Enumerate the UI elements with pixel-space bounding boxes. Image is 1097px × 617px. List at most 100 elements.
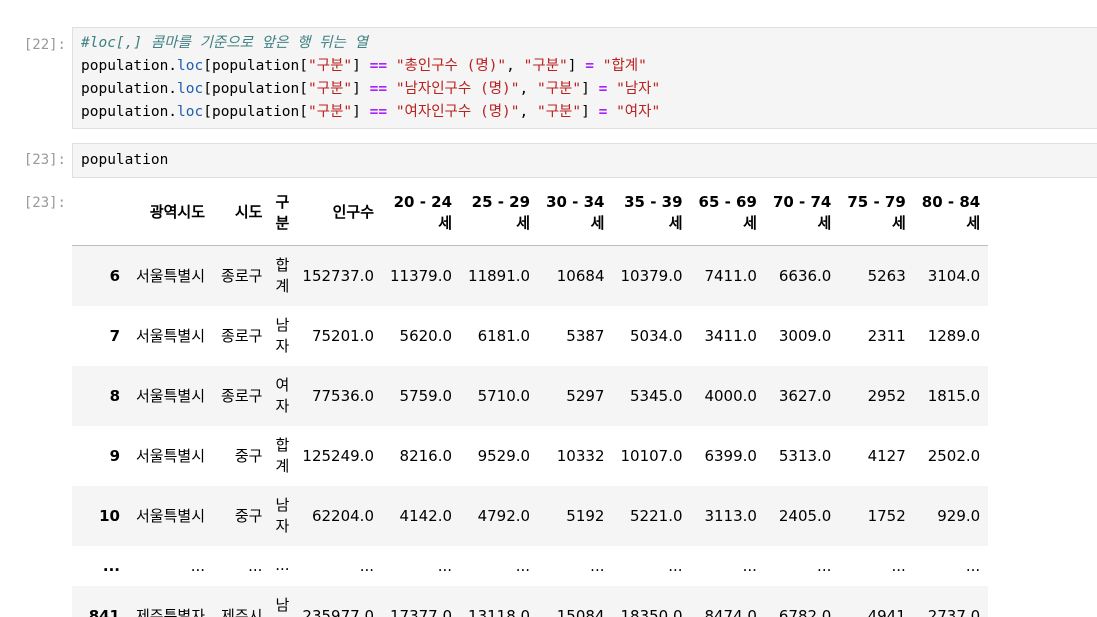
code-token-var: population. — [81, 104, 178, 120]
code-token-op: == — [369, 81, 388, 97]
code-token-str: "구분" — [536, 81, 582, 97]
table-cell: 7411.0 — [704, 266, 757, 285]
table-cell: 1815.0 — [927, 386, 981, 405]
table-row: 9 서울특별시 중구 합 계 125249.0 8216.0 9529.0 10332 10107… — [72, 426, 988, 486]
column-header: 65 - 69 세 — [690, 180, 765, 246]
code-token-str: "구분" — [523, 58, 568, 74]
table-cell: 3411.0 — [704, 326, 757, 345]
column-header: 80 - 84 세 — [913, 180, 989, 246]
input-prompt: [23]: — [23, 152, 66, 168]
table-cell: ... — [742, 556, 757, 575]
table-cell: ... — [359, 556, 374, 575]
table-cell: ... — [965, 556, 981, 575]
code-token-var: population. — [81, 58, 178, 74]
ellipsis-row: ....................................... — [72, 546, 988, 586]
output-prompt: [23]: — [23, 195, 66, 211]
table-cell: 종로구 — [221, 267, 263, 286]
table-cell: 13118.0 — [468, 606, 531, 617]
code-token-attr: loc — [177, 104, 204, 120]
table-cell: 6181.0 — [477, 326, 531, 345]
table-cell: 9529.0 — [477, 446, 531, 465]
row-index: ... — [102, 556, 120, 575]
table-cell: 여자 — [275, 375, 290, 415]
column-header: 시도 — [213, 180, 271, 246]
row-index: 10 — [99, 506, 120, 525]
row-index: 841 — [88, 606, 120, 617]
table-cell: 5387 — [566, 326, 605, 345]
code-token-var: , — [506, 58, 524, 74]
table-cell: 4792.0 — [477, 506, 531, 525]
row-index: 9 — [109, 446, 120, 465]
table-cell: 17377.0 — [390, 606, 453, 617]
code-token-str: "남자인구수 (명)" — [395, 81, 520, 97]
table-cell: 235977.0 — [302, 606, 374, 617]
table-cell: ... — [437, 556, 453, 575]
code-token-var: population. — [81, 81, 178, 97]
table-cell: 3627.0 — [778, 386, 832, 405]
table-cell: 15084 — [556, 606, 605, 617]
code-token-var — [387, 104, 396, 120]
code-token-var: ] — [352, 104, 370, 120]
code-token-str: "구분" — [308, 81, 353, 97]
code-token-var: ] — [352, 81, 370, 97]
table-cell: ... — [891, 556, 906, 575]
table-cell: 4941 — [867, 606, 906, 617]
table-cell: ... — [190, 556, 206, 575]
code-token-var: ] — [581, 104, 599, 120]
table-cell: ... — [515, 556, 531, 575]
code-token-str: "구분" — [308, 58, 353, 74]
code-line: population.loc[population["구분"] == "여자인구… — [81, 101, 1089, 124]
table-row: 8 서울특별시 종로구 여 자 77536.0 5759.0 5710.0 5297 5345.0… — [72, 365, 989, 426]
table-cell: 1289.0 — [927, 326, 981, 345]
row-index: 8 — [109, 386, 120, 405]
table-cell: 11891.0 — [468, 266, 531, 285]
table-row: 7 서울특별시 종로구 남 자 75201.0 5620.0 6181.0 5387 5034.0… — [72, 306, 988, 366]
table-cell: 6782.0 — [778, 606, 832, 617]
code-token-var: ] — [352, 58, 370, 74]
code-token-op: == — [369, 104, 388, 120]
table-cell: ... — [668, 556, 683, 575]
table-row: 6 서울특별시 종로구 합 계 152737.0 11379.0 11891.0 10684 10… — [72, 245, 989, 306]
code-line: population.loc[population["구분"] == "남자인구… — [81, 78, 1089, 101]
table-cell: 77536.0 — [311, 386, 374, 405]
table-cell: 62204.0 — [311, 506, 374, 525]
code-editor[interactable]: #loc[,] 콤마를 기준으로 앞은 행 뒤는 열 population.loc… — [72, 27, 1097, 129]
table-cell: 남자 — [275, 595, 290, 617]
code-token-str: "여자" — [616, 104, 661, 120]
table-cell: 제주특별자 — [136, 607, 206, 617]
code-token-var: [population[ — [203, 81, 308, 97]
column-header: 75 - 79 세 — [839, 180, 914, 246]
table-cell: 3104.0 — [927, 266, 981, 285]
code-token-var: , — [519, 104, 537, 120]
column-header: 35 - 39 세 — [612, 180, 691, 246]
code-token-str: "남자" — [616, 81, 661, 97]
code-editor[interactable]: population — [72, 143, 1097, 178]
code-token-str: "구분" — [308, 104, 353, 120]
column-header: 광역시도 — [128, 180, 214, 246]
column-header: 70 - 74 세 — [764, 180, 840, 246]
table-cell: 서울특별시 — [136, 507, 206, 525]
row-index: 6 — [109, 266, 120, 285]
table-cell: 2737.0 — [927, 606, 981, 617]
code-token-var: ] — [567, 58, 586, 74]
code-line: population.loc[population["구분"] == "총인구수… — [81, 55, 1089, 78]
code-token-str: "합계" — [602, 58, 647, 74]
dataframe-table: 광역시도 시도 구 분 인구수 20 - 24 세 25 - 29 세 30 - 34 세 35 - … — [72, 180, 989, 617]
table-cell: 제주시 — [221, 607, 263, 617]
table-cell: 5313.0 — [778, 446, 832, 465]
table-cell: 2952 — [867, 386, 906, 405]
code-token-str: "여자인구수 (명)" — [395, 104, 520, 120]
dataframe-output: 광역시도 시도 구 분 인구수 20 - 24 세 25 - 29 세 30 - 34 세 35 - … — [72, 180, 1097, 617]
table-cell: 6636.0 — [778, 266, 832, 285]
code-token-var — [387, 58, 396, 74]
code-token-str: "총인구수 (명)" — [395, 58, 507, 74]
table-cell: 6399.0 — [704, 446, 757, 465]
index-header — [72, 180, 128, 246]
table-cell: 5221.0 — [630, 506, 683, 525]
table-cell: ... — [817, 556, 832, 575]
table-cell: 2405.0 — [778, 506, 832, 525]
table-cell: 4142.0 — [399, 506, 453, 525]
code-token-var — [607, 81, 616, 97]
table-cell: ... — [590, 556, 605, 575]
table-cell: 종로구 — [221, 387, 263, 405]
